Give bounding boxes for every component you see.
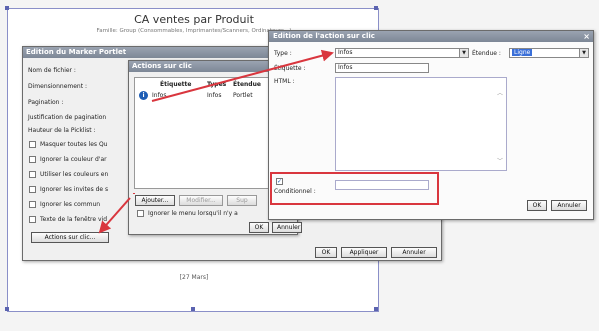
type-select-value: Infos: [338, 49, 353, 56]
checkbox[interactable]: [29, 141, 36, 148]
column-header-type: Types: [207, 81, 227, 88]
delete-action-button[interactable]: Sup: [227, 195, 257, 206]
edition-cancel-button[interactable]: Annuler: [551, 200, 587, 211]
actions-ok-button[interactable]: OK: [249, 222, 269, 233]
row-type: Infos: [207, 92, 222, 99]
column-header-scope: Étendue: [233, 81, 261, 88]
pagination-label: Pagination :: [28, 99, 64, 106]
click-actions-button[interactable]: Actions sur clic...: [31, 232, 109, 243]
scroll-up-icon[interactable]: ︿: [497, 88, 503, 97]
resize-handle[interactable]: [374, 6, 378, 10]
marker-cancel-button[interactable]: Annuler: [391, 247, 437, 258]
checkbox-label: Texte de la fenêtre vid: [40, 216, 108, 223]
picklist-height-label: Hauteur de la Picklist :: [28, 127, 96, 134]
checkbox[interactable]: [29, 216, 36, 223]
actions-cancel-button[interactable]: Annuler: [272, 222, 302, 233]
row-scope: Portlet: [233, 92, 253, 99]
resize-handle[interactable]: [374, 307, 378, 311]
add-action-button[interactable]: Ajouter...: [135, 195, 175, 206]
scope-select-value: Ligne: [512, 49, 533, 56]
column-header-label: Étiquette: [160, 81, 192, 88]
modify-action-button[interactable]: Modifier...: [179, 195, 223, 206]
apply-button[interactable]: Appliquer: [341, 247, 387, 258]
edition-ok-button[interactable]: OK: [527, 200, 547, 211]
html-textarea[interactable]: ︿ ﹀: [335, 77, 507, 171]
annotation-highlight-box: [270, 172, 439, 205]
etiquette-label: Étiquette :: [274, 65, 306, 72]
report-footer: [27 Mars]: [179, 274, 209, 281]
row-label: Infos: [152, 92, 167, 99]
scope-label: Étendue :: [472, 50, 501, 57]
type-select[interactable]: Infos ▼: [335, 48, 469, 58]
info-icon: i: [139, 91, 148, 100]
scope-select[interactable]: Ligne ▼: [509, 48, 589, 58]
html-label: HTML :: [274, 78, 295, 85]
justification-label: Justification de pagination: [28, 114, 107, 121]
checkbox-label: Ignorer les commun: [40, 201, 101, 208]
sizing-label: Dimensionnement :: [28, 83, 88, 90]
checkbox-label: Masquer toutes les Qu: [40, 141, 108, 148]
checkbox-label: Utiliser les couleurs en: [40, 171, 109, 178]
chevron-down-icon: ▼: [579, 49, 588, 57]
report-title: CA ventes par Produit: [134, 13, 254, 26]
ignore-menu-label: Ignorer le menu lorsqu'il n'y a: [148, 210, 238, 217]
checkbox[interactable]: [29, 171, 36, 178]
checkbox[interactable]: [29, 156, 36, 163]
filename-label: Nom de fichier :: [28, 67, 76, 74]
resize-handle[interactable]: [191, 307, 195, 311]
resize-handle[interactable]: [5, 6, 9, 10]
etiquette-input[interactable]: Infos: [335, 63, 429, 73]
checkbox-label: Ignorer la couleur d'ar: [40, 156, 107, 163]
resize-handle[interactable]: [5, 307, 9, 311]
ignore-menu-checkbox[interactable]: [137, 210, 144, 217]
scroll-down-icon[interactable]: ﹀: [497, 156, 503, 165]
checkbox[interactable]: [29, 186, 36, 193]
edition-dialog-title: Edition de l'action sur clic: [269, 31, 593, 42]
checkbox-label: Ignorer les invites de s: [40, 186, 109, 193]
type-label: Type :: [274, 50, 292, 57]
checkbox[interactable]: [29, 201, 36, 208]
chevron-down-icon: ▼: [459, 49, 468, 57]
close-icon[interactable]: ×: [583, 31, 590, 42]
marker-ok-button[interactable]: OK: [315, 247, 337, 258]
